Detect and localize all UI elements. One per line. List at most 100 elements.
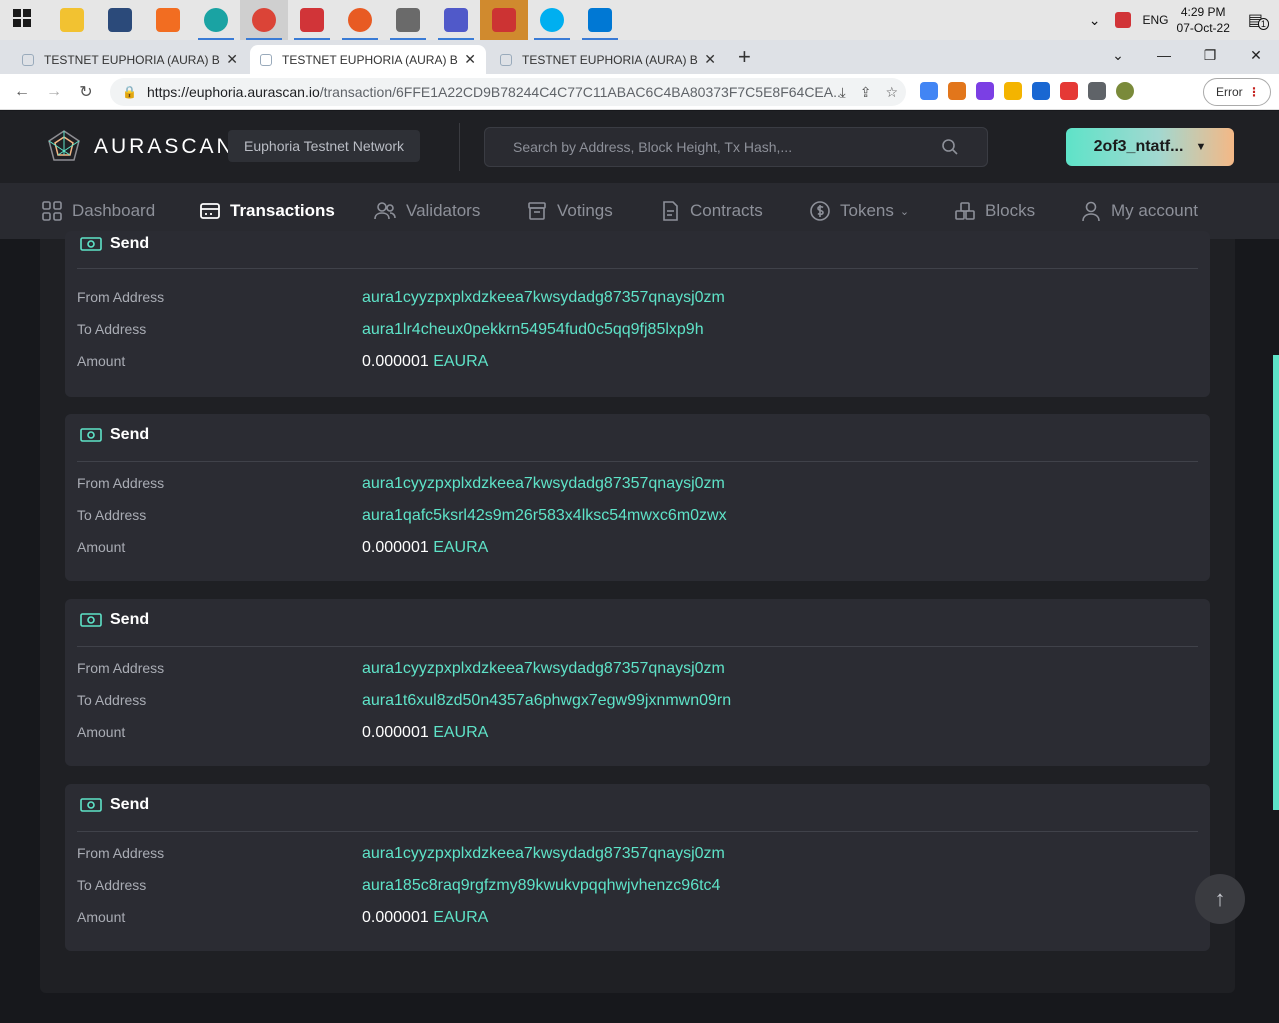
scroll-to-top-button[interactable]: ↑ — [1195, 874, 1245, 924]
header-divider — [459, 123, 460, 171]
amount-label: Amount — [77, 353, 126, 369]
nav-label: Tokens — [840, 201, 894, 220]
new-tab-button[interactable]: + — [738, 44, 751, 70]
taskbar-app-start[interactable] — [0, 0, 48, 40]
install-icon[interactable]: ⤓ — [840, 84, 846, 101]
amount-number: 0.000001 — [362, 539, 429, 556]
extension-icon[interactable] — [1060, 82, 1078, 100]
from-address-link[interactable]: aura1cyyzpxplxdzkeea7kwsydadg87357qnaysj… — [362, 660, 725, 678]
nav-votings[interactable]: Votings — [526, 200, 613, 222]
message-card: Send From Address aura1cyyzpxplxdzkeea7k… — [65, 231, 1210, 397]
git-icon — [396, 8, 420, 32]
nav-blocks[interactable]: Blocks — [954, 200, 1035, 222]
taskbar-app-network-tool[interactable] — [96, 0, 144, 40]
language-indicator[interactable]: ENG — [1143, 13, 1169, 27]
taskbar-app-brave-pen[interactable] — [144, 0, 192, 40]
wallet-button[interactable]: 2of3_ntatf... ▼ — [1066, 128, 1234, 166]
taskbar-app-gateway[interactable] — [336, 0, 384, 40]
lock-icon[interactable]: 🔒 — [122, 85, 137, 99]
aurascan-logo[interactable]: AURASCAN — [46, 129, 235, 165]
to-address-link[interactable]: aura185c8raq9rgfzmy89kwukvpqqhwjvhenzc96… — [362, 877, 720, 895]
taskbar-app-skype[interactable] — [528, 0, 576, 40]
extension-icon[interactable] — [948, 82, 966, 100]
amount-number: 0.000001 — [362, 353, 429, 370]
to-address-link[interactable]: aura1qafc5ksrl42s9m26r583x4lksc54mwxc6m0… — [362, 507, 727, 525]
to-address-link[interactable]: aura1lr4cheux0pekkrn54954fud0c5qq9fj85lx… — [362, 321, 704, 339]
nav-validators[interactable]: Validators — [373, 200, 480, 222]
from-address-link[interactable]: aura1cyyzpxplxdzkeea7kwsydadg87357qnaysj… — [362, 475, 725, 493]
close-tab-icon[interactable]: ✕ — [226, 51, 238, 68]
tab-search-icon[interactable]: ⌄ — [1095, 47, 1141, 64]
nav-label: Validators — [406, 201, 481, 220]
message-header: Send — [80, 611, 149, 629]
extensions-bar — [920, 82, 1134, 100]
error-label: Error — [1216, 85, 1243, 99]
system-tray: ⌄ ENG 4:29 PM 07-Oct-22 ▤ 1 — [1089, 0, 1279, 40]
from-label: From Address — [77, 845, 165, 861]
nav-dashboard[interactable]: Dashboard — [41, 200, 155, 222]
taskbar-app-teams[interactable] — [432, 0, 480, 40]
forward-icon[interactable]: → — [38, 83, 70, 101]
amount-number: 0.000001 — [362, 724, 429, 741]
taskbar-app-pdf[interactable] — [288, 0, 336, 40]
nav-transactions[interactable]: Transactions — [199, 200, 335, 222]
to-address-link[interactable]: aura1t6xul8zd50n4357a6phwgx7egw99jxnmwn0… — [362, 692, 731, 710]
bookmark-star-icon[interactable]: ☆ — [885, 84, 898, 101]
gateway-icon — [348, 8, 372, 32]
share-icon[interactable]: ⇪ — [860, 84, 872, 101]
browser-tab-active[interactable]: TESTNET EUPHORIA (AURA) Bloc ✕ — [250, 45, 486, 74]
extension-icon[interactable] — [1116, 82, 1134, 100]
close-tab-icon[interactable]: ✕ — [464, 51, 476, 68]
amount-value: 0.000001 EAURA — [362, 353, 488, 371]
message-type: Send — [110, 611, 150, 628]
pdf-tray-icon[interactable] — [1114, 12, 1131, 28]
nav-tokens[interactable]: Tokens ⌄ — [809, 200, 909, 222]
extension-icon[interactable] — [976, 82, 994, 100]
money-icon — [80, 428, 102, 442]
aura-favicon-icon — [260, 53, 272, 66]
money-icon — [80, 798, 102, 812]
clock[interactable]: 4:29 PM 07-Oct-22 — [1177, 4, 1230, 36]
minimize-icon[interactable]: — — [1141, 47, 1187, 63]
page-scrollbar-thumb[interactable] — [1273, 355, 1279, 810]
taskbar-app-mail[interactable] — [576, 0, 624, 40]
to-label: To Address — [77, 692, 147, 708]
extension-icon[interactable] — [1032, 82, 1050, 100]
mail-icon — [588, 8, 612, 32]
tab-title: TESTNET EUPHORIA (AURA) Bloc — [44, 52, 221, 67]
blocks-icon — [955, 202, 975, 220]
back-icon[interactable]: ← — [6, 83, 38, 101]
taskbar-app-git[interactable] — [384, 0, 432, 40]
taskbar-app-package[interactable] — [480, 0, 528, 40]
extension-icon[interactable] — [1088, 82, 1106, 100]
search-input[interactable]: Search by Address, Block Height, Tx Hash… — [484, 127, 988, 167]
browser-tab-strip: TESTNET EUPHORIA (AURA) Bloc ✕ TESTNET E… — [0, 40, 1279, 74]
from-address-link[interactable]: aura1cyyzpxplxdzkeea7kwsydadg87357qnaysj… — [362, 845, 725, 863]
browser-tab[interactable]: TESTNET EUPHORIA (AURA) Bloc ✕ — [12, 45, 248, 74]
tab-title: TESTNET EUPHORIA (AURA) Bloc — [522, 52, 699, 67]
wallet-name: 2of3_ntatf... — [1093, 138, 1184, 155]
message-type: Send — [110, 426, 150, 443]
reload-icon[interactable]: ↻ — [70, 82, 102, 102]
from-address-link[interactable]: aura1cyyzpxplxdzkeea7kwsydadg87357qnaysj… — [362, 289, 725, 307]
nav-contracts[interactable]: Contracts — [659, 200, 763, 222]
edge-icon — [204, 8, 228, 32]
extension-icon[interactable] — [920, 82, 938, 100]
taskbar-app-edge[interactable] — [192, 0, 240, 40]
more-menu-icon[interactable]: ⋮ — [1248, 85, 1260, 99]
restore-icon[interactable]: ❐ — [1187, 47, 1233, 64]
money-icon — [80, 237, 102, 251]
amount-unit: EAURA — [433, 353, 489, 370]
taskbar-app-chrome[interactable] — [240, 0, 288, 40]
profile-error-button[interactable]: Error ⋮ — [1203, 78, 1271, 106]
close-window-icon[interactable]: ✕ — [1233, 47, 1279, 64]
chevron-up-icon[interactable]: ⌄ — [1089, 12, 1101, 29]
address-bar[interactable]: 🔒 https://euphoria.aurascan.io/transacti… — [110, 78, 906, 106]
nav-my-account[interactable]: My account — [1080, 200, 1198, 222]
browser-tab[interactable]: TESTNET EUPHORIA (AURA) Bloc ✕ — [490, 45, 726, 74]
taskbar-app-file-explorer[interactable] — [48, 0, 96, 40]
extension-icon[interactable] — [1004, 82, 1022, 100]
search-icon[interactable] — [941, 138, 959, 156]
notification-icon[interactable]: ▤ 1 — [1248, 10, 1269, 30]
close-tab-icon[interactable]: ✕ — [704, 51, 716, 68]
